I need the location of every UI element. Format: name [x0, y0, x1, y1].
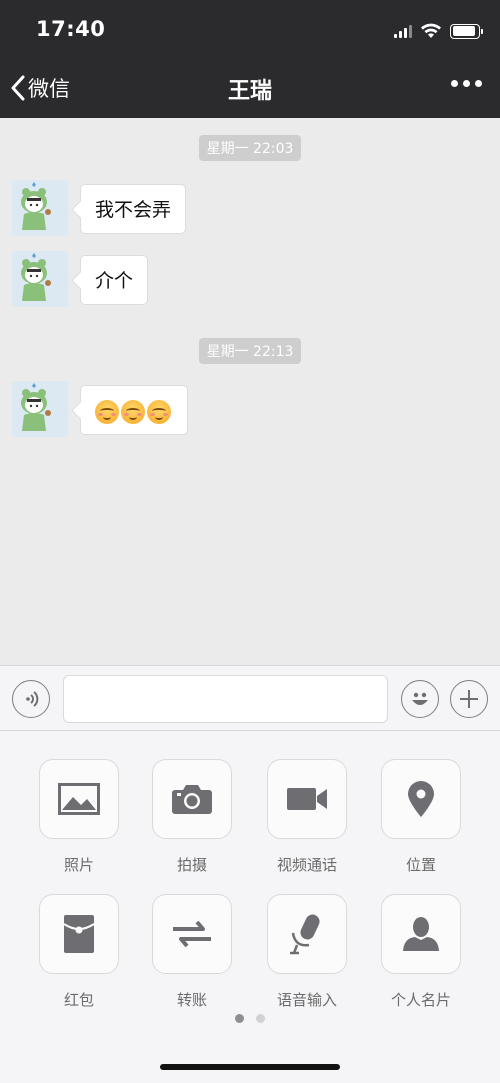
more-button[interactable] [451, 80, 482, 87]
camera-icon [172, 785, 212, 814]
more-functions-button[interactable] [450, 680, 488, 718]
avatar[interactable] [12, 251, 68, 307]
panel-item-label: 照片 [63, 856, 94, 874]
message-bubble[interactable] [80, 385, 188, 435]
contact-card-icon [403, 917, 439, 951]
input-bar [0, 665, 500, 731]
panel-item-voice-input[interactable]: 语音输入 [267, 894, 347, 1010]
status-time: 17:40 [36, 17, 106, 41]
flushed-smile-emoji [121, 399, 145, 424]
timestamp: 星期一 22:13 [0, 338, 500, 364]
red-packet-icon [63, 915, 95, 953]
chat-area[interactable]: 星期一 22:03 我不会弄 介个 星期一 22:13 [0, 118, 500, 665]
location-icon [408, 781, 434, 817]
transfer-icon [173, 920, 211, 948]
avatar[interactable] [12, 180, 68, 236]
more-dot-icon [475, 80, 482, 87]
panel-item-photos[interactable]: 照片 [39, 759, 119, 875]
status-icons [394, 20, 483, 42]
message-input[interactable] [63, 675, 388, 723]
panel-item-camera[interactable]: 拍摄 [152, 759, 232, 875]
more-dot-icon [451, 80, 458, 87]
panel-item-label: 位置 [405, 856, 436, 874]
panel-item-contact-card[interactable]: 个人名片 [381, 894, 461, 1010]
panel-item-transfer[interactable]: 转账 [152, 894, 232, 1010]
panel-item-video-call[interactable]: 视频通话 [267, 759, 347, 875]
page-dot [256, 1014, 265, 1023]
message-bubble[interactable]: 我不会弄 [80, 184, 187, 234]
wifi-icon [421, 23, 441, 38]
voice-button[interactable] [12, 680, 50, 718]
flushed-smile-emoji [147, 399, 171, 424]
emoji-button[interactable] [401, 680, 439, 718]
photo-icon [58, 783, 100, 815]
more-dot-icon [463, 80, 470, 87]
panel-item-label: 语音输入 [276, 991, 337, 1009]
panel-item-label: 拍摄 [176, 856, 207, 874]
message-bubble[interactable]: 介个 [80, 255, 149, 305]
battery-icon [450, 23, 483, 39]
panel-item-location[interactable]: 位置 [381, 759, 461, 875]
page-indicator[interactable] [0, 1014, 500, 1023]
panel-item-label: 个人名片 [390, 991, 451, 1009]
function-panel: 照片 拍摄 视频通话 位置 红包 转账 语音输入 个人名片 [0, 731, 500, 1083]
panel-item-label: 转账 [176, 991, 207, 1009]
battery-level [452, 26, 475, 36]
emoji-icon [412, 692, 428, 705]
message-row [12, 381, 188, 437]
panel-item-label: 红包 [63, 991, 94, 1009]
voice-icon [26, 691, 39, 707]
microphone-icon [290, 914, 320, 955]
page-dot-active [235, 1014, 244, 1023]
message-row: 介个 [12, 251, 149, 307]
timestamp: 星期一 22:03 [0, 135, 500, 161]
signal-icon [394, 24, 412, 38]
panel-item-red-packet[interactable]: 红包 [39, 894, 119, 1010]
top-bar: 17:40 微信 王瑞 [0, 0, 500, 118]
flushed-smile-emoji [95, 399, 119, 424]
plus-icon [460, 690, 478, 708]
home-indicator[interactable] [160, 1064, 340, 1070]
message-row: 我不会弄 [12, 180, 187, 236]
avatar[interactable] [12, 381, 68, 437]
video-call-icon [287, 788, 327, 810]
panel-item-label: 视频通话 [276, 856, 337, 874]
chat-title: 王瑞 [227, 79, 272, 104]
